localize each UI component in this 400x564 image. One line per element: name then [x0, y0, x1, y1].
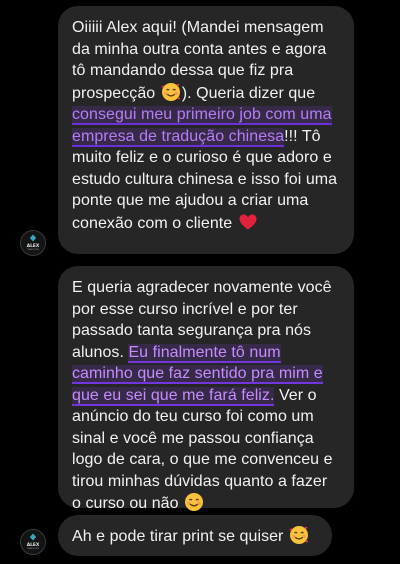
- smiling-face-with-hearts-emoji: [161, 82, 180, 101]
- red-heart-emoji: [239, 214, 257, 229]
- chat-screen: Oiiiii Alex aqui! (Mandei mensagem da mi…: [0, 0, 400, 564]
- smiling-face-emoji: [185, 493, 204, 511]
- alex-logo-icon: ALEX TRADUÇÕES: [21, 231, 45, 255]
- avatar[interactable]: ALEX TRADUÇÕES: [20, 529, 46, 555]
- avatar-sublabel: TRADUÇÕES: [27, 248, 40, 251]
- message-bubble-3[interactable]: Ah e pode tirar print se quiser: [58, 515, 332, 556]
- smiling-face-with-hearts-emoji: [289, 526, 309, 544]
- avatar[interactable]: ALEX TRADUÇÕES: [20, 230, 46, 256]
- alex-logo-icon: ALEX TRADUÇÕES: [21, 530, 45, 554]
- avatar-sublabel: TRADUÇÕES: [27, 547, 40, 550]
- message-bubble-2[interactable]: E queria agradecer novamente você por es…: [58, 266, 354, 512]
- message-text: ). Queria dizer que: [181, 84, 316, 102]
- message-bubble-1[interactable]: Oiiiii Alex aqui! (Mandei mensagem da mi…: [58, 6, 354, 254]
- message-text: Ah e pode tirar print se quiser: [72, 528, 288, 545]
